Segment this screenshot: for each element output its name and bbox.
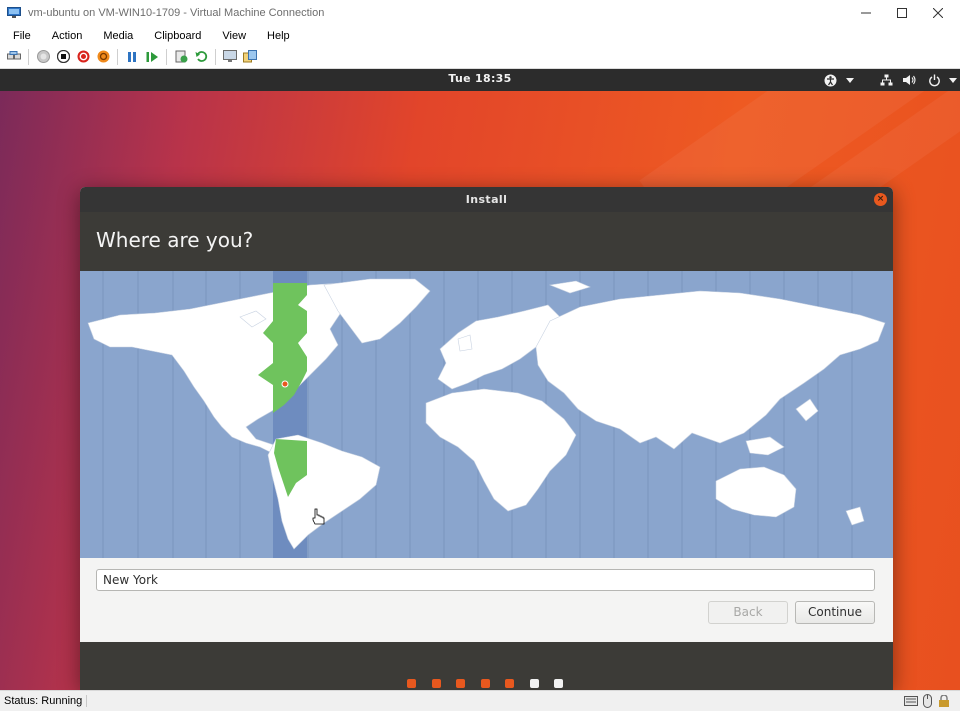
- power-icon: [928, 74, 940, 86]
- menu-bar: File Action Media Clipboard View Help: [0, 26, 960, 45]
- checkpoint-button[interactable]: [173, 49, 189, 65]
- enhanced-session-icon: [223, 50, 237, 62]
- turn-off-icon: [56, 50, 70, 63]
- menu-media[interactable]: Media: [103, 30, 133, 42]
- vm-connection-window: vm-ubuntu on VM-WIN10-1709 - Virtual Mac…: [0, 0, 960, 711]
- revert-button[interactable]: [193, 49, 209, 65]
- dialog-header: Where are you?: [80, 212, 893, 271]
- network-icon: [880, 74, 892, 86]
- share-button[interactable]: [242, 49, 258, 65]
- toolbar-separator: [28, 48, 29, 65]
- menu-help[interactable]: Help: [267, 30, 290, 42]
- vm-screen[interactable]: Tue 18:35 Install × Where are you? New Y…: [0, 69, 960, 690]
- pause-icon: [128, 51, 136, 62]
- progress-dot: [480, 679, 490, 688]
- minimize-icon: [861, 12, 871, 14]
- network-indicator[interactable]: [879, 73, 893, 87]
- toolbar: [0, 45, 960, 69]
- status-bar: Status: Running: [0, 690, 960, 711]
- maximize-icon: [897, 8, 907, 18]
- menu-clipboard[interactable]: Clipboard: [154, 30, 201, 42]
- timezone-map[interactable]: [80, 271, 893, 558]
- reset-button[interactable]: [144, 49, 160, 65]
- toolbar-separator: [215, 48, 216, 65]
- continue-button[interactable]: Continue: [795, 601, 875, 624]
- window-title: vm-ubuntu on VM-WIN10-1709 - Virtual Mac…: [28, 7, 325, 19]
- back-button[interactable]: Back: [708, 601, 788, 624]
- progress-dot: [407, 679, 416, 688]
- shutdown-icon: [77, 50, 89, 63]
- close-button[interactable]: [920, 0, 956, 26]
- ctrl-alt-del-button[interactable]: [6, 49, 22, 65]
- save-button[interactable]: [95, 49, 111, 65]
- reset-icon: [146, 51, 158, 62]
- accessibility-dropdown[interactable]: [843, 73, 857, 87]
- accessibility-icon: [824, 74, 836, 86]
- accessibility-menu[interactable]: [823, 73, 837, 87]
- close-icon: [933, 8, 943, 18]
- menu-action[interactable]: Action: [52, 30, 83, 42]
- panel-clock[interactable]: Tue 18:35: [0, 72, 960, 85]
- dialog-close-button[interactable]: ×: [874, 193, 887, 206]
- status-text: Status: Running: [4, 695, 88, 707]
- menu-view[interactable]: View: [222, 30, 246, 42]
- timezone-input[interactable]: [96, 569, 875, 591]
- world-map[interactable]: [80, 271, 893, 558]
- volume-indicator[interactable]: [903, 73, 917, 87]
- vm-connection-icon: [7, 7, 21, 18]
- pause-button[interactable]: [124, 49, 140, 65]
- start-button[interactable]: [35, 49, 51, 65]
- volume-icon: [903, 75, 916, 85]
- keyboard-icon: [904, 696, 918, 706]
- progress-dot: [456, 679, 465, 688]
- start-icon: [36, 50, 50, 63]
- minimize-button[interactable]: [848, 0, 884, 26]
- install-dialog: Install × Where are you? New York Back C…: [80, 187, 893, 690]
- city-marker: [281, 380, 289, 388]
- checkpoint-icon: [175, 50, 187, 63]
- share-icon: [243, 50, 257, 63]
- chevron-down-icon: [949, 77, 957, 83]
- mouse-icon: [923, 694, 932, 708]
- revert-icon: [195, 51, 207, 62]
- turn-off-button[interactable]: [55, 49, 71, 65]
- power-dropdown[interactable]: [946, 73, 960, 87]
- save-icon: [97, 50, 109, 63]
- toolbar-separator: [166, 48, 167, 65]
- title-bar: vm-ubuntu on VM-WIN10-1709 - Virtual Mac…: [0, 0, 960, 26]
- chevron-down-icon: [846, 77, 854, 83]
- close-icon: ×: [876, 194, 885, 204]
- power-menu[interactable]: [927, 73, 941, 87]
- lock-icon: [939, 695, 949, 707]
- ctrl-alt-del-icon: [7, 50, 21, 59]
- toolbar-separator: [117, 48, 118, 65]
- maximize-button[interactable]: [884, 0, 920, 26]
- progress-dot: [505, 679, 514, 688]
- shutdown-button[interactable]: [75, 49, 91, 65]
- ubuntu-top-panel: Tue 18:35: [0, 69, 960, 91]
- enhanced-session-button[interactable]: [222, 49, 238, 65]
- progress-dot: [529, 679, 539, 688]
- page-heading: Where are you?: [96, 228, 254, 252]
- progress-dot: [431, 679, 441, 688]
- progress-dot: [554, 679, 563, 688]
- menu-file[interactable]: File: [13, 30, 31, 42]
- dialog-title: Install: [80, 187, 893, 212]
